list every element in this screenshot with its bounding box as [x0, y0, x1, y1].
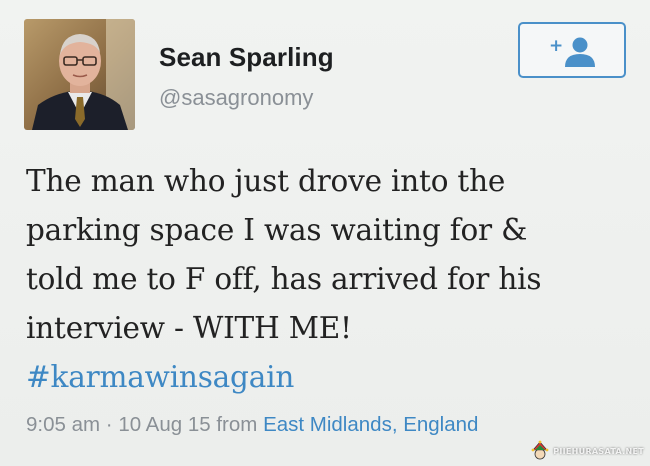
- tweet-text-line: parking space I was waiting for &: [26, 213, 528, 247]
- jester-logo-icon: [531, 440, 549, 460]
- hashtag-link[interactable]: #karmawinsagain: [26, 360, 294, 394]
- tweet-text-line: told me to F off, has arrived for his: [26, 262, 542, 296]
- avatar-photo: [24, 19, 135, 130]
- tweet-text-line: interview - WITH ME!: [26, 311, 352, 345]
- add-user-icon: +: [549, 36, 595, 67]
- from-label: from: [216, 413, 258, 436]
- user-handle[interactable]: @sasagronomy: [159, 85, 313, 111]
- display-name[interactable]: Sean Sparling: [159, 42, 334, 73]
- watermark: PIIEHURASATA.NET: [530, 440, 644, 462]
- plus-symbol: +: [549, 36, 563, 56]
- follow-button[interactable]: +: [518, 22, 626, 78]
- tweet-text-line: The man who just drove into the: [26, 164, 506, 198]
- meta-separator: ·: [105, 413, 113, 436]
- avatar[interactable]: [24, 19, 135, 130]
- tweet-date[interactable]: 10 Aug 15: [118, 413, 210, 436]
- location-link[interactable]: East Midlands, England: [263, 413, 478, 436]
- tweet-text: The man who just drove into the parking …: [26, 157, 626, 402]
- tweet-meta: 9:05 am · 10 Aug 15 from East Midlands, …: [26, 413, 478, 437]
- watermark-text: PIIEHURASATA.NET: [553, 446, 644, 456]
- tweet-card: Sean Sparling @sasagronomy + The man who…: [0, 0, 650, 466]
- tweet-time[interactable]: 9:05 am: [26, 413, 100, 436]
